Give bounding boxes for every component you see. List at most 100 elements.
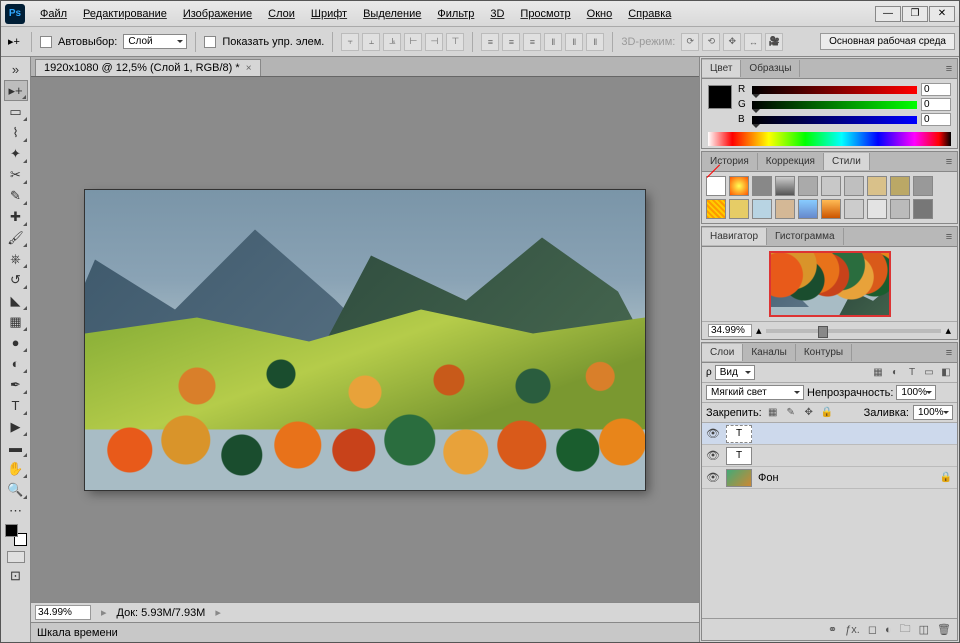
timeline-panel[interactable]: Шкала времени [31,622,699,642]
menu-select[interactable]: Выделение [356,5,428,23]
layer-thumbnail[interactable]: T [726,447,752,465]
type-tool[interactable]: T [4,395,28,416]
style-swatch[interactable] [821,176,841,196]
dist-2-icon[interactable]: ≡ [502,33,520,51]
filter-type-icon[interactable]: T [905,366,919,380]
healing-tool[interactable]: ✚ [4,206,28,227]
align-left-icon[interactable]: ⊢ [404,33,422,51]
3d-roll-icon[interactable]: ⟲ [702,33,720,51]
marquee-tool[interactable]: ▭ [4,101,28,122]
new-layer-icon[interactable]: ◫ [919,623,929,636]
align-right-icon[interactable]: ⊤ [446,33,464,51]
close-button[interactable]: ✕ [929,6,955,22]
style-swatch[interactable] [844,199,864,219]
dist-5-icon[interactable]: ‖ [565,33,583,51]
filter-adjust-icon[interactable]: ◐ [888,366,902,380]
layer-row[interactable]: 👁 Фон 🔒 [702,467,957,489]
maximize-button[interactable]: ❐ [902,6,928,22]
g-slider[interactable] [752,101,917,109]
align-hcenter-icon[interactable]: ⊣ [425,33,443,51]
dodge-tool[interactable]: ◐ [4,353,28,374]
layer-row[interactable]: 👁 T [702,423,957,445]
layer-thumbnail[interactable] [726,469,752,487]
style-swatch[interactable] [844,176,864,196]
style-swatch[interactable] [729,176,749,196]
dist-6-icon[interactable]: ‖ [586,33,604,51]
lock-pixels-icon[interactable]: ✎ [784,406,798,420]
quickmask-toggle[interactable] [7,551,25,563]
panel-menu-icon[interactable]: ≡ [941,63,957,75]
opacity-input[interactable]: 100% [896,385,936,400]
r-slider[interactable] [752,86,917,94]
tab-layers[interactable]: Слои [702,344,743,361]
align-top-icon[interactable]: ⫟ [341,33,359,51]
style-swatch[interactable] [775,176,795,196]
zoom-slider[interactable] [766,329,942,333]
panel-menu-icon[interactable]: ≡ [941,231,957,243]
autoselect-target-select[interactable]: Слой [123,34,187,49]
style-swatch[interactable] [890,176,910,196]
blend-mode-select[interactable]: Мягкий свет [706,385,804,400]
b-input[interactable] [921,113,951,126]
shape-tool[interactable]: ▬ [4,437,28,458]
3d-orbit-icon[interactable]: ⟳ [681,33,699,51]
menu-image[interactable]: Изображение [176,5,259,23]
lock-position-icon[interactable]: ✥ [802,406,816,420]
crop-tool[interactable]: ✂ [4,164,28,185]
tab-adjustments[interactable]: Коррекция [758,153,824,170]
quick-select-tool[interactable]: ✦ [4,143,28,164]
visibility-icon[interactable]: 👁 [706,449,720,463]
tab-history[interactable]: История [702,153,758,170]
adjustment-layer-icon[interactable]: ◐ [885,624,892,636]
tab-swatches[interactable]: Образцы [741,60,800,77]
close-tab-icon[interactable]: × [246,63,252,74]
autoselect-checkbox[interactable] [40,36,52,48]
tool-tab-handle[interactable]: » [4,59,28,80]
fill-input[interactable]: 100% [913,405,953,420]
g-input[interactable] [921,98,951,111]
style-swatch[interactable] [752,176,772,196]
layer-filter-select[interactable]: Вид [715,365,755,380]
style-swatch[interactable] [798,176,818,196]
menu-window[interactable]: Окно [580,5,620,23]
lock-transparency-icon[interactable]: ▦ [766,406,780,420]
menu-3d[interactable]: 3D [483,5,511,23]
filter-pixel-icon[interactable]: ▦ [871,366,885,380]
tab-paths[interactable]: Контуры [796,344,852,361]
r-input[interactable] [921,83,951,96]
link-layers-icon[interactable]: ⚭ [828,623,837,636]
layer-row[interactable]: 👁 T [702,445,957,467]
layer-mask-icon[interactable]: ◻ [868,623,877,636]
tab-styles[interactable]: Стили [824,153,870,170]
visibility-icon[interactable]: 👁 [706,427,720,441]
status-zoom-input[interactable] [35,605,91,620]
menu-filter[interactable]: Фильтр [430,5,481,23]
move-tool[interactable]: ▸+ [4,80,28,101]
tab-histogram[interactable]: Гистограмма [767,228,844,245]
style-swatch[interactable] [890,199,910,219]
color-swatches[interactable] [5,524,27,546]
foreground-swatch[interactable] [708,85,732,109]
delete-layer-icon[interactable]: 🗑 [937,623,951,636]
filter-smart-icon[interactable]: ◧ [939,366,953,380]
style-swatch[interactable] [798,199,818,219]
layer-thumbnail[interactable]: T [726,425,752,443]
3d-pan-icon[interactable]: ✥ [723,33,741,51]
visibility-icon[interactable]: 👁 [706,471,720,485]
brush-tool[interactable]: 🖌 [4,227,28,248]
panel-menu-icon[interactable]: ≡ [941,156,957,168]
style-swatch[interactable] [752,199,772,219]
align-bottom-icon[interactable]: ⫡ [383,33,401,51]
menu-view[interactable]: Просмотр [513,5,577,23]
tab-channels[interactable]: Каналы [743,344,796,361]
layer-group-icon[interactable]: 🗀 [900,620,911,639]
tab-navigator[interactable]: Навигатор [702,228,767,245]
blur-tool[interactable]: ● [4,332,28,353]
3d-slide-icon[interactable]: ↔ [744,33,762,51]
eyedropper-tool[interactable]: ✎ [4,185,28,206]
path-select-tool[interactable]: ▶ [4,416,28,437]
dist-1-icon[interactable]: ≡ [481,33,499,51]
pen-tool[interactable]: ✒ [4,374,28,395]
document-tab[interactable]: 1920x1080 @ 12,5% (Слой 1, RGB/8) * × [35,59,261,76]
minimize-button[interactable]: — [875,6,901,22]
